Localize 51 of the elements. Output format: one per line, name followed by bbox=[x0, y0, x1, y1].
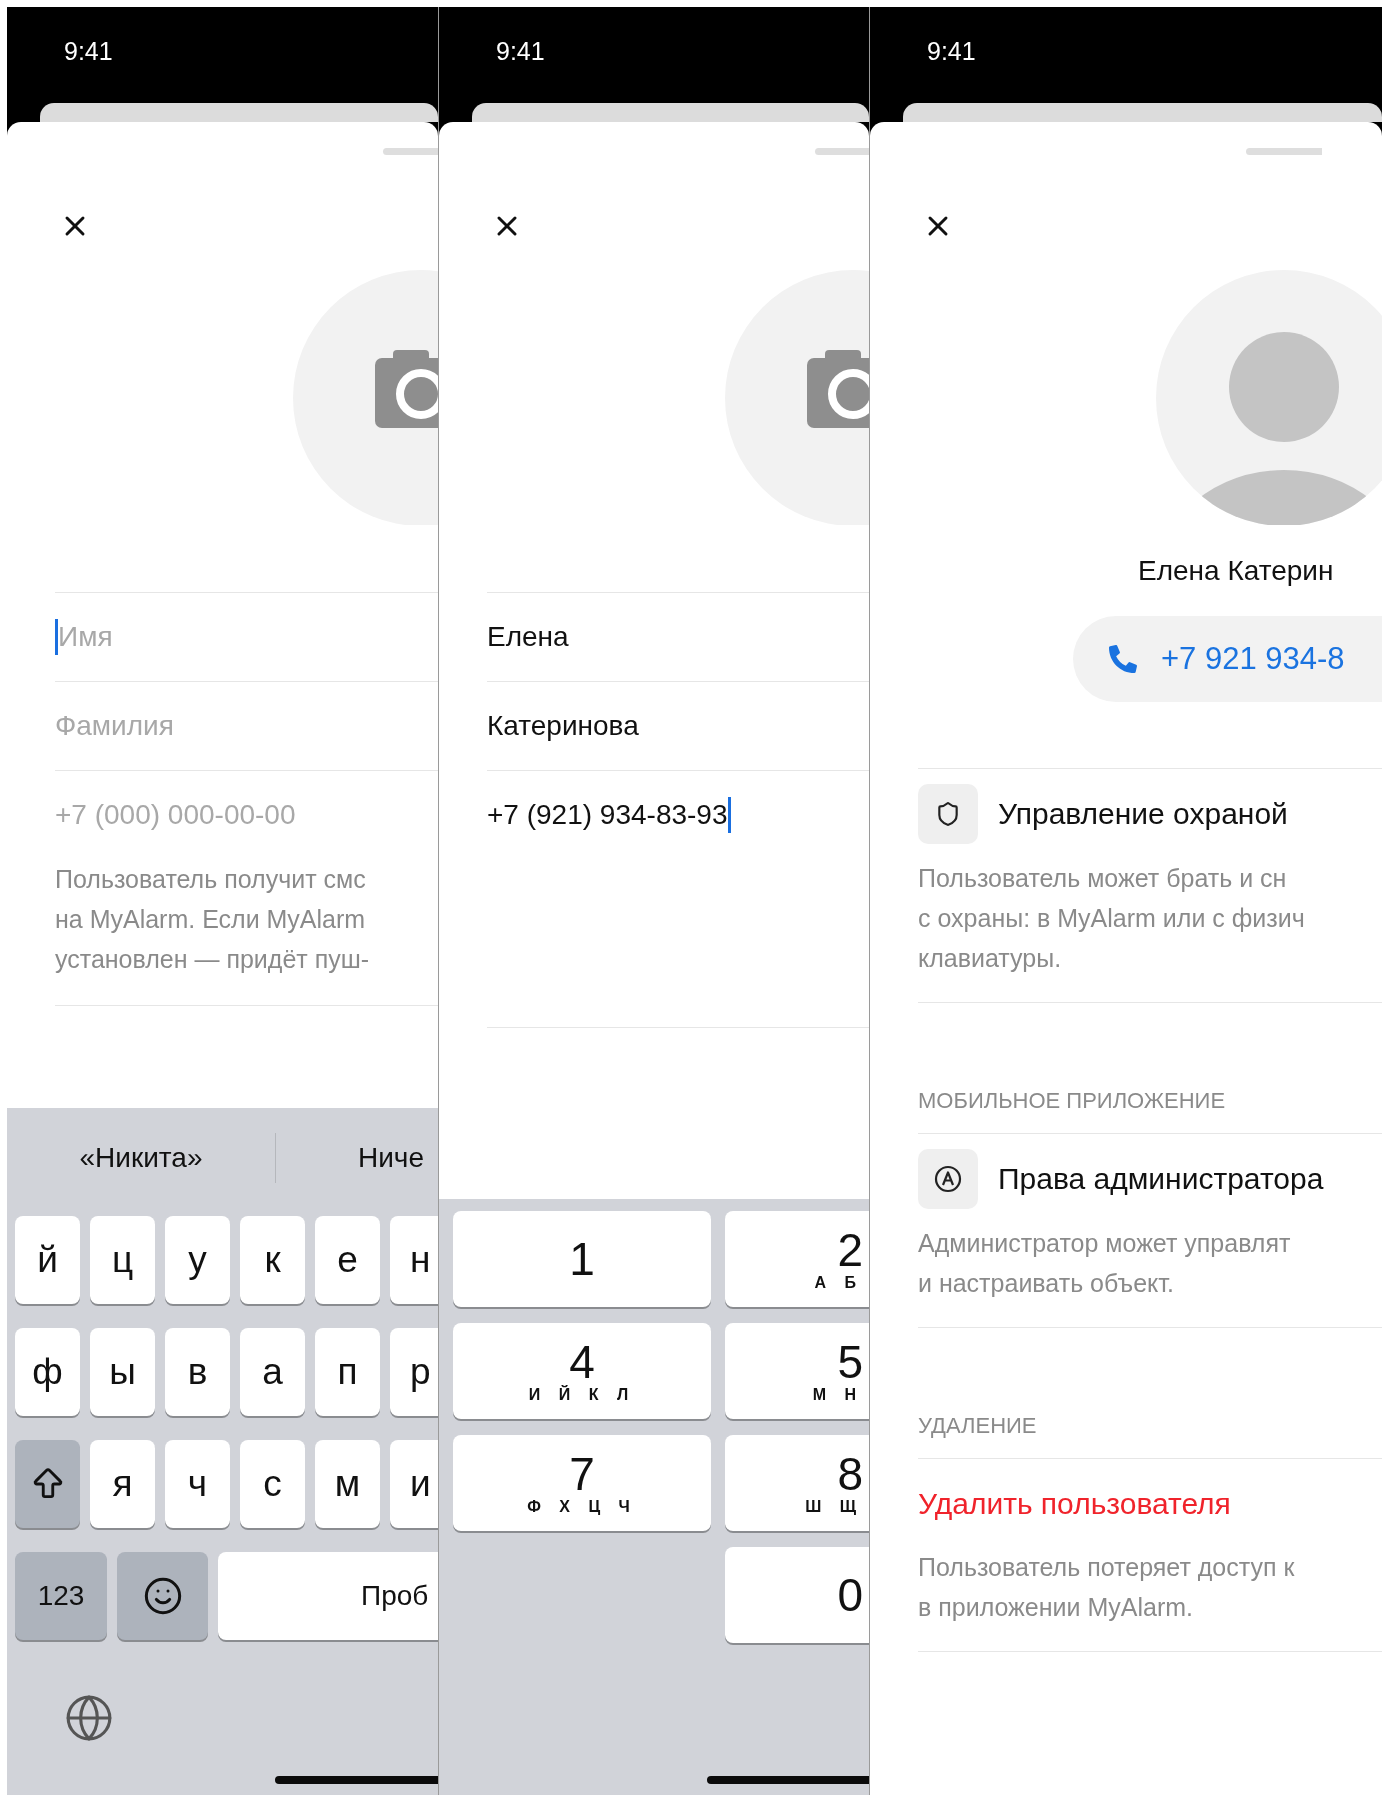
letter-key[interactable]: к bbox=[240, 1216, 305, 1304]
space-key[interactable]: Проб bbox=[218, 1552, 438, 1640]
letter-key[interactable]: п bbox=[315, 1328, 380, 1416]
section-header: УДАЛЕНИЕ bbox=[918, 1412, 1038, 1440]
letter-key[interactable]: в bbox=[165, 1328, 230, 1416]
letter-key[interactable]: р bbox=[390, 1328, 438, 1416]
letter-key[interactable]: ф bbox=[15, 1328, 80, 1416]
keyboard-suggestion[interactable]: «Никита» bbox=[79, 1142, 203, 1174]
letter-key[interactable]: я bbox=[90, 1440, 155, 1528]
emoji-icon bbox=[142, 1576, 183, 1616]
shift-key[interactable] bbox=[15, 1440, 80, 1528]
keypad-key[interactable]: 8 Ш Щ bbox=[725, 1435, 869, 1531]
keypad-key[interactable]: 1 bbox=[453, 1211, 711, 1307]
letter-key[interactable]: н bbox=[390, 1216, 438, 1304]
keypad-key[interactable]: 2 А Б bbox=[725, 1211, 869, 1307]
shield-icon bbox=[935, 801, 961, 827]
permission-title[interactable]: Управление охраной bbox=[998, 797, 1288, 831]
letter-key[interactable]: с bbox=[240, 1440, 305, 1528]
delete-user-link[interactable]: Удалить пользователя bbox=[918, 1487, 1231, 1521]
section-header: МОБИЛЬНОЕ ПРИЛОЖЕНИЕ bbox=[918, 1087, 1227, 1115]
keyboard-suggestion[interactable]: Ниче bbox=[276, 1142, 425, 1174]
item-description: Пользователь потеряет доступ к в приложении MyAlarm. bbox=[918, 1552, 1296, 1623]
letter-key[interactable]: а bbox=[240, 1328, 305, 1416]
sheet-handle[interactable] bbox=[815, 148, 869, 155]
phone-button[interactable]: +7 921 934-8 bbox=[1073, 616, 1382, 702]
circled-a-icon bbox=[934, 1165, 962, 1193]
letter-key[interactable]: м bbox=[315, 1440, 380, 1528]
sheet-handle[interactable] bbox=[383, 148, 438, 155]
numbers-key[interactable]: 123 bbox=[15, 1552, 107, 1640]
sheet-handle[interactable] bbox=[1246, 148, 1322, 155]
keypad-key[interactable]: 5 М Н bbox=[725, 1323, 869, 1419]
globe-icon[interactable] bbox=[64, 1693, 114, 1743]
letter-key[interactable]: у bbox=[165, 1216, 230, 1304]
keypad-key[interactable]: 4 И Й К Л bbox=[453, 1323, 711, 1419]
permission-title[interactable]: Права администратора bbox=[998, 1162, 1324, 1196]
item-description: Пользователь может брать и сн с охраны: в MyAlarm или с физич клавиатуры. bbox=[918, 863, 1306, 974]
letter-key[interactable]: е bbox=[315, 1216, 380, 1304]
letter-key[interactable]: ы bbox=[90, 1328, 155, 1416]
status-time: 9:41 bbox=[496, 37, 545, 65]
letter-key[interactable]: й bbox=[15, 1216, 80, 1304]
keypad-key[interactable]: 7 Ф Х Ц Ч bbox=[453, 1435, 711, 1531]
letter-key[interactable]: и bbox=[390, 1440, 438, 1528]
letter-key[interactable]: ц bbox=[90, 1216, 155, 1304]
emoji-key[interactable] bbox=[117, 1552, 208, 1640]
phone-icon bbox=[1109, 645, 1137, 673]
letter-key[interactable]: ч bbox=[165, 1440, 230, 1528]
keypad-key[interactable]: 0 bbox=[725, 1547, 869, 1643]
status-time: 9:41 bbox=[64, 37, 113, 65]
user-name: Елена Катерин bbox=[1138, 554, 1335, 588]
status-time: 9:41 bbox=[927, 37, 976, 65]
item-description: Администратор может управлят и настраивать объект. bbox=[918, 1228, 1292, 1299]
